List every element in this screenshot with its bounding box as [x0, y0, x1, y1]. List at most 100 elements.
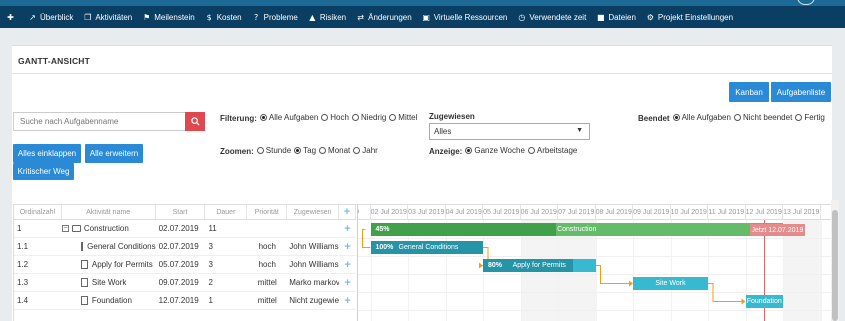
display-option[interactable]: Arbeitstage: [527, 146, 578, 155]
zoom-option[interactable]: Monat: [319, 146, 350, 155]
nav-item-virtuelle-ressourcen[interactable]: ▣ Virtuelle Ressourcen: [422, 6, 507, 28]
gantt-bar[interactable]: Site Work: [633, 277, 708, 290]
zoom-group: Zoomen: Stunde Tag Monat Jahr: [220, 146, 381, 156]
header-name[interactable]: Aktivität name: [62, 205, 156, 219]
dependency-arrow[interactable]: [595, 265, 632, 284]
zoom-option[interactable]: Stunde: [256, 146, 291, 155]
divider: [12, 73, 832, 74]
nav-item-kosten[interactable]: $ Kosten: [205, 6, 242, 28]
row-duration: 2: [208, 278, 213, 287]
radio-unchecked-icon[interactable]: [389, 114, 397, 121]
radio-unchecked-icon[interactable]: [733, 114, 741, 121]
gantt-bar[interactable]: 80% Apply for Permits: [483, 259, 596, 272]
header-ordinal[interactable]: Ordinalzahl: [14, 205, 62, 219]
zoom-option[interactable]: Tag: [294, 146, 316, 155]
add-task-header-button[interactable]: +: [339, 205, 356, 219]
header-priority[interactable]: Priorität: [247, 205, 288, 219]
table-row[interactable]: 1.2 Apply for Permits 05.07.2019 3 hoch John …: [14, 256, 356, 274]
radio-unchecked-icon[interactable]: [351, 114, 359, 121]
filter-option-label: Hoch: [330, 113, 349, 122]
file-icon: [80, 296, 88, 305]
nav-item-risiken[interactable]: ▲ Risiken: [308, 6, 346, 28]
search-button[interactable]: [185, 112, 205, 131]
flag-icon: ⚑: [143, 12, 151, 22]
radio-unchecked-icon[interactable]: [319, 147, 327, 154]
folder-icon: ■: [597, 12, 605, 22]
row-ordinal: 1.2: [17, 260, 29, 269]
radio-unchecked-icon[interactable]: [527, 147, 535, 154]
nav-item-add[interactable]: ✚: [6, 6, 18, 28]
filter-option[interactable]: Mittel: [389, 113, 417, 122]
row-duration: 3: [208, 260, 213, 269]
radio-unchecked-icon[interactable]: [321, 114, 329, 121]
dependency-arrow[interactable]: [708, 283, 744, 302]
gantt-bar[interactable]: Foundation: [745, 295, 783, 308]
header-start[interactable]: Start: [156, 205, 206, 219]
display-label: Anzeige:: [429, 146, 463, 156]
radio-unchecked-icon[interactable]: [256, 147, 264, 154]
header-assignee[interactable]: Zugewiesen: [287, 205, 340, 219]
nav-item-probleme[interactable]: ? Probleme: [252, 6, 298, 28]
today-label: Jetzt 12.07.2019: [749, 224, 806, 236]
assigned-select[interactable]: Alles ▼: [429, 123, 590, 140]
collapse-all-button[interactable]: Alles einklappen: [13, 144, 81, 163]
nav-item-überblick[interactable]: ↗ Überblick: [28, 6, 73, 28]
row-ordinal: 1.3: [17, 278, 29, 287]
row-name: Site Work: [91, 278, 127, 287]
row-priority: [247, 220, 287, 237]
add-subtask-button[interactable]: +: [339, 292, 356, 309]
add-subtask-button[interactable]: +: [339, 220, 356, 237]
gantt-chart: 201902 Jul 201903 Jul 201904 Jul 201905 …: [357, 204, 832, 321]
table-row[interactable]: 1.1 General Conditions 02.07.2019 3 hoch John…: [14, 238, 356, 256]
expand-all-button[interactable]: Alle erweitern: [85, 144, 143, 163]
display-option[interactable]: Ganze Woche: [465, 146, 525, 155]
zoom-option[interactable]: Jahr: [353, 146, 378, 155]
file-icon: [80, 260, 88, 269]
vertical-scrollbar[interactable]: [831, 200, 839, 321]
task-list-button[interactable]: Aufgabenliste: [771, 82, 831, 102]
add-subtask-button[interactable]: +: [339, 238, 356, 255]
nav-item-projekt-einstellungen[interactable]: ⚙ Projekt Einstellungen: [646, 6, 733, 28]
filter-option[interactable]: Niedrig: [351, 113, 386, 122]
search-icon: [190, 117, 200, 126]
filter-option[interactable]: Alle Aufgaben: [259, 113, 318, 122]
nav-item-dateien[interactable]: ■ Dateien: [596, 6, 636, 28]
table-row[interactable]: 1 − Construction 02.07.2019 11 +: [14, 220, 356, 238]
gantt-bar[interactable]: 45% Construction: [370, 223, 783, 236]
kanban-button[interactable]: Kanban: [729, 82, 769, 102]
nav-label: Meilenstein: [154, 12, 195, 22]
nav-item-verwendete-zeit[interactable]: ◷ Verwendete zeit: [517, 6, 586, 28]
finished-option-label: Alle Aufgaben: [681, 113, 731, 122]
table-row[interactable]: 1.4 Foundation 12.07.2019 1 mittel Nicht zuge…: [14, 292, 356, 310]
zoom-option-label: Tag: [303, 146, 317, 155]
finished-group: Beendet Alle Aufgaben Nicht beendet Fertig: [638, 113, 828, 123]
radio-checked-icon[interactable]: [465, 147, 473, 154]
add-subtask-button[interactable]: +: [339, 274, 356, 291]
add-subtask-button[interactable]: +: [339, 256, 356, 273]
critical-path-button[interactable]: Kritischer Weg: [13, 163, 74, 180]
table-row[interactable]: 1.3 Site Work 09.07.2019 2 mittel Marko marko…: [14, 274, 356, 292]
finished-option[interactable]: Fertig: [795, 113, 825, 122]
gantt-bar[interactable]: 100% General Conditions: [370, 241, 483, 254]
finished-option[interactable]: Nicht beendet: [733, 113, 792, 122]
nav-item-meilenstein[interactable]: ⚑ Meilenstein: [142, 6, 195, 28]
grid-header: Ordinalzahl Aktivität name Start Dauer P…: [14, 204, 356, 220]
display-option-label: Arbeitstage: [536, 146, 578, 155]
radio-unchecked-icon[interactable]: [795, 114, 803, 121]
user-avatar[interactable]: [797, 0, 815, 5]
radio-checked-icon[interactable]: [672, 114, 680, 121]
scroll-thumb[interactable]: [832, 210, 838, 321]
collapse-toggle-icon[interactable]: −: [61, 225, 69, 232]
nav-item-änderungen[interactable]: ⇄ Änderungen: [356, 6, 411, 28]
header-duration[interactable]: Dauer: [205, 205, 248, 219]
radio-checked-icon[interactable]: [259, 114, 267, 121]
dependency-arrow[interactable]: [362, 229, 371, 248]
filter-option[interactable]: Hoch: [321, 113, 349, 122]
today-date-text: 12.07.2019: [768, 226, 804, 234]
finished-option[interactable]: Alle Aufgaben: [672, 113, 731, 122]
radio-checked-icon[interactable]: [294, 147, 302, 154]
gantt-bar-label: Apply for Permits: [512, 262, 566, 269]
radio-unchecked-icon[interactable]: [353, 147, 361, 154]
nav-item-aktivitäten[interactable]: ❐ Aktivitäten: [83, 6, 132, 28]
search-input[interactable]: [14, 113, 184, 130]
